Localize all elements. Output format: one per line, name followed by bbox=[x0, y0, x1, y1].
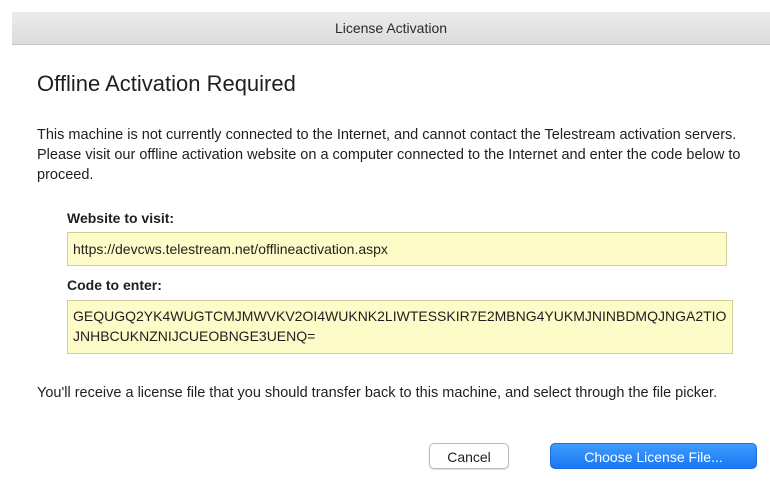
window-title: License Activation bbox=[12, 12, 770, 45]
code-field[interactable]: GEQUGQ2YK4WUGTCMJMWVKV2OI4WUKNK2LIWTESSK… bbox=[67, 300, 733, 354]
license-activation-window: License Activation Offline Activation Re… bbox=[12, 12, 770, 481]
dialog-heading: Offline Activation Required bbox=[37, 71, 296, 96]
website-field[interactable]: https://devcws.telestream.net/offlineact… bbox=[67, 232, 727, 266]
backdrop-edge-left bbox=[0, 0, 12, 481]
choose-license-file-button[interactable]: Choose License File... bbox=[550, 443, 757, 469]
code-label: Code to enter: bbox=[67, 277, 162, 293]
cancel-button[interactable]: Cancel bbox=[429, 443, 509, 469]
intro-text: This machine is not currently connected … bbox=[37, 127, 741, 183]
backdrop-edge-top bbox=[0, 0, 770, 12]
website-label: Website to visit: bbox=[67, 210, 175, 226]
outro-text: You'll receive a license file that you s… bbox=[37, 385, 718, 401]
